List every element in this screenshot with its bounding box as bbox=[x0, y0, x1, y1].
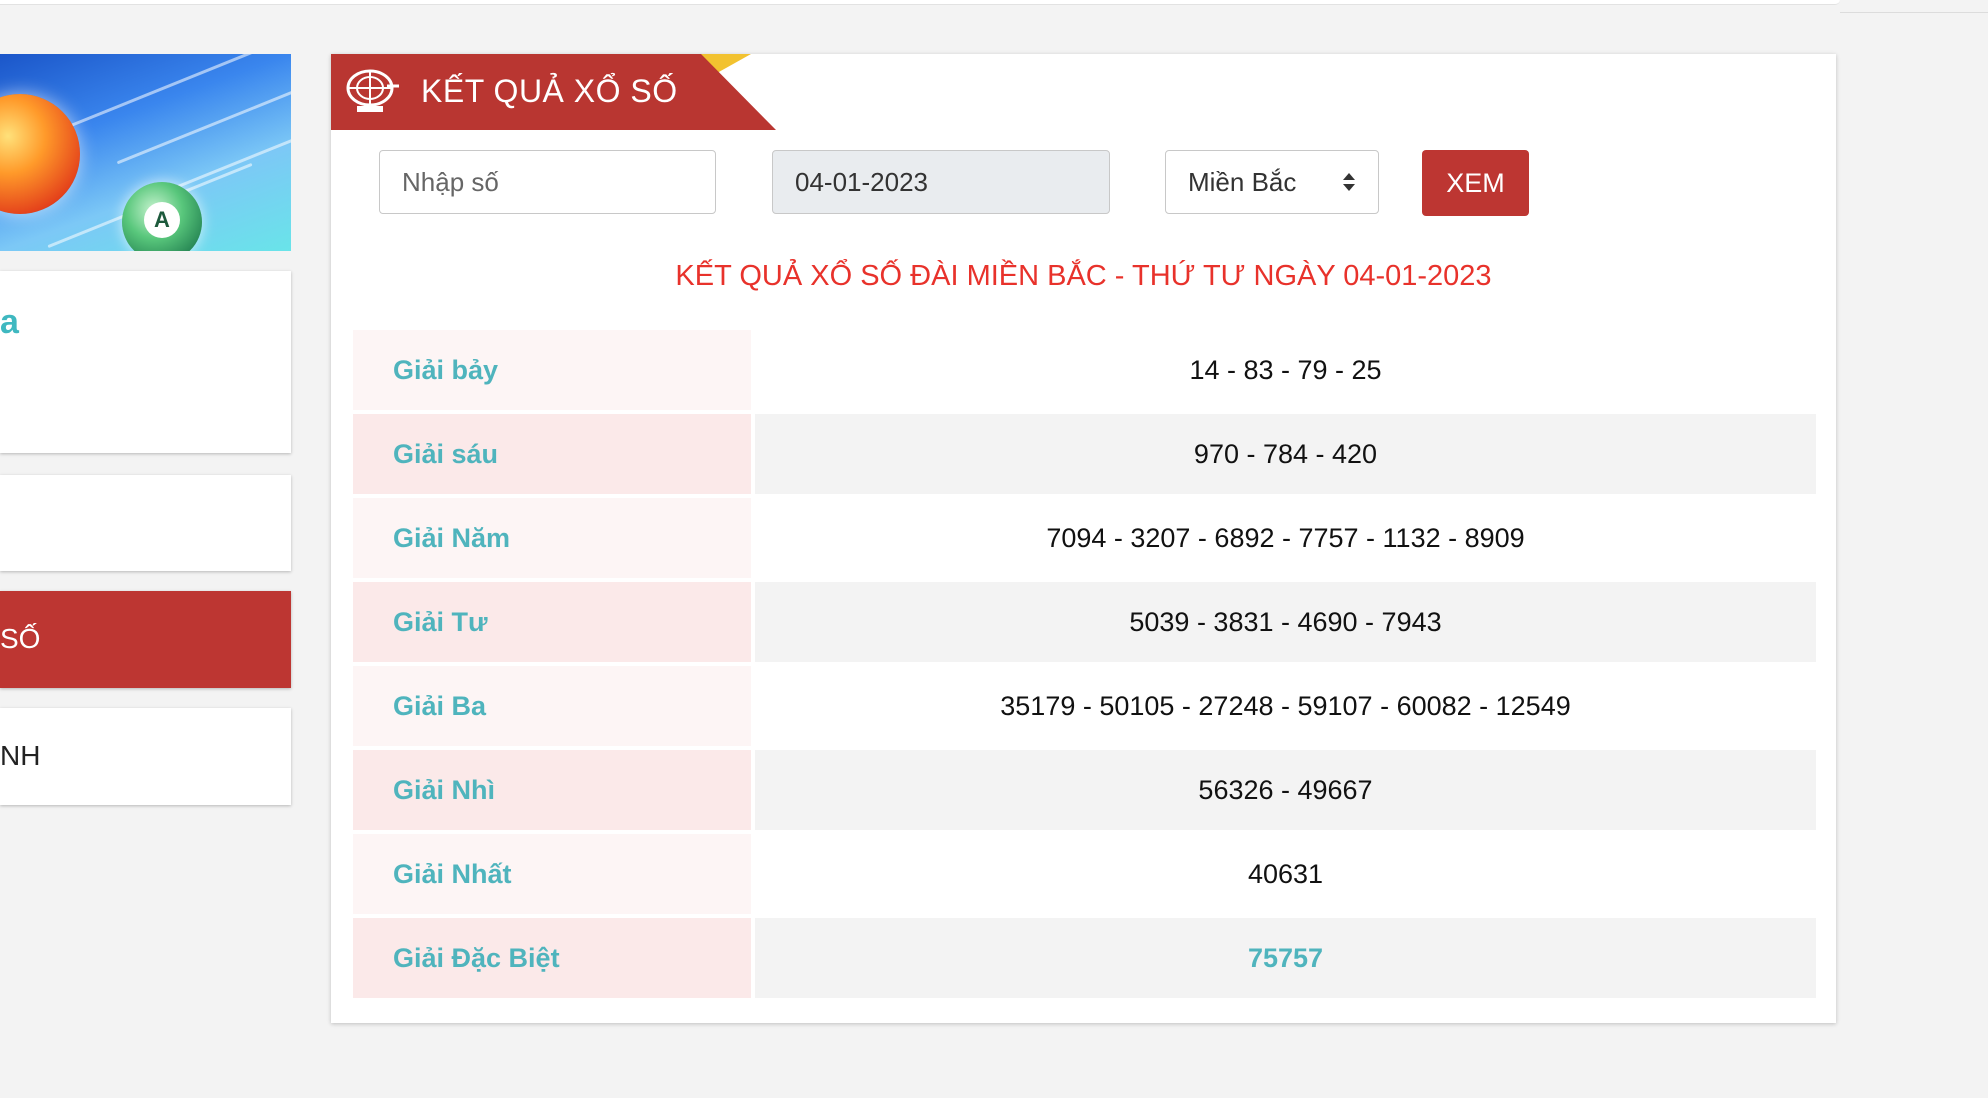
sidebar-item-label: NH bbox=[0, 740, 41, 771]
prize-numbers: 56326 - 49667 bbox=[755, 750, 1816, 830]
prize-label: Giải sáu bbox=[353, 414, 751, 494]
prize-results-table: Giải bảy 14 - 83 - 79 - 25 Giải sáu 970 … bbox=[353, 330, 1816, 1002]
region-select-value: Miền Bắc bbox=[1188, 167, 1297, 197]
prize-numbers: 14 - 83 - 79 - 25 bbox=[755, 330, 1816, 410]
lottery-result-panel: KẾT QUẢ XỔ SỐ 04-01-2023 Miền Bắc XEM KẾ… bbox=[331, 54, 1836, 1023]
section-header-ribbon: KẾT QUẢ XỔ SỐ bbox=[331, 54, 776, 130]
prize-numbers: 40631 bbox=[755, 834, 1816, 914]
table-row: Giải Nhì 56326 - 49667 bbox=[353, 750, 1816, 834]
prize-label: Giải Nhì bbox=[353, 750, 751, 830]
number-search-input[interactable] bbox=[379, 150, 716, 214]
green-lottery-ball: A bbox=[122, 182, 202, 251]
sidebar-item-label: SỐ bbox=[0, 623, 41, 654]
orange-lottery-ball bbox=[0, 94, 80, 214]
prize-label: Giải Tư bbox=[353, 582, 751, 662]
sidebar-card-empty[interactable] bbox=[0, 475, 291, 571]
table-row: Giải Tư 5039 - 3831 - 4690 - 7943 bbox=[353, 582, 1816, 666]
sidebar-card-text: a bbox=[0, 303, 19, 341]
prize-numbers: 970 - 784 - 420 bbox=[755, 414, 1816, 494]
browser-top-bar bbox=[0, 0, 1840, 5]
table-row: Giải bảy 14 - 83 - 79 - 25 bbox=[353, 330, 1816, 414]
table-row: Giải Năm 7094 - 3207 - 6892 - 7757 - 113… bbox=[353, 498, 1816, 582]
special-prize-number: 75757 bbox=[755, 918, 1816, 998]
sidebar-item[interactable]: NH bbox=[0, 708, 291, 805]
table-row: Giải Nhất 40631 bbox=[353, 834, 1816, 918]
prize-numbers: 7094 - 3207 - 6892 - 7757 - 1132 - 8909 bbox=[755, 498, 1816, 578]
result-heading: KẾT QUẢ XỔ SỐ ĐÀI MIỀN BẮC - THỨ TƯ NGÀY… bbox=[675, 260, 1492, 292]
region-select[interactable]: Miền Bắc bbox=[1165, 150, 1379, 214]
banner-streak bbox=[67, 54, 273, 129]
sidebar-card-info[interactable]: a bbox=[0, 271, 291, 453]
prize-numbers: 35179 - 50105 - 27248 - 59107 - 60082 - … bbox=[755, 666, 1816, 746]
select-updown-icon bbox=[1343, 173, 1355, 191]
lottery-cage-icon bbox=[346, 69, 399, 112]
table-row: Giải Ba 35179 - 50105 - 27248 - 59107 - … bbox=[353, 666, 1816, 750]
prize-label: Giải Đặc Biệt bbox=[353, 918, 751, 998]
divider bbox=[1840, 12, 1988, 13]
lottery-banner-image[interactable]: A bbox=[0, 54, 291, 251]
sidebar-item-active[interactable]: SỐ bbox=[0, 591, 291, 688]
table-row: Giải Đặc Biệt 75757 bbox=[353, 918, 1816, 1002]
date-picker-field[interactable]: 04-01-2023 bbox=[772, 150, 1110, 214]
prize-label: Giải Nhất bbox=[353, 834, 751, 914]
section-title: KẾT QUẢ XỔ SỐ bbox=[421, 73, 678, 109]
view-results-button[interactable]: XEM bbox=[1422, 150, 1529, 216]
prize-label: Giải bảy bbox=[353, 330, 751, 410]
prize-numbers: 5039 - 3831 - 4690 - 7943 bbox=[755, 582, 1816, 662]
table-row: Giải sáu 970 - 784 - 420 bbox=[353, 414, 1816, 498]
prize-label: Giải Năm bbox=[353, 498, 751, 578]
prize-label: Giải Ba bbox=[353, 666, 751, 746]
